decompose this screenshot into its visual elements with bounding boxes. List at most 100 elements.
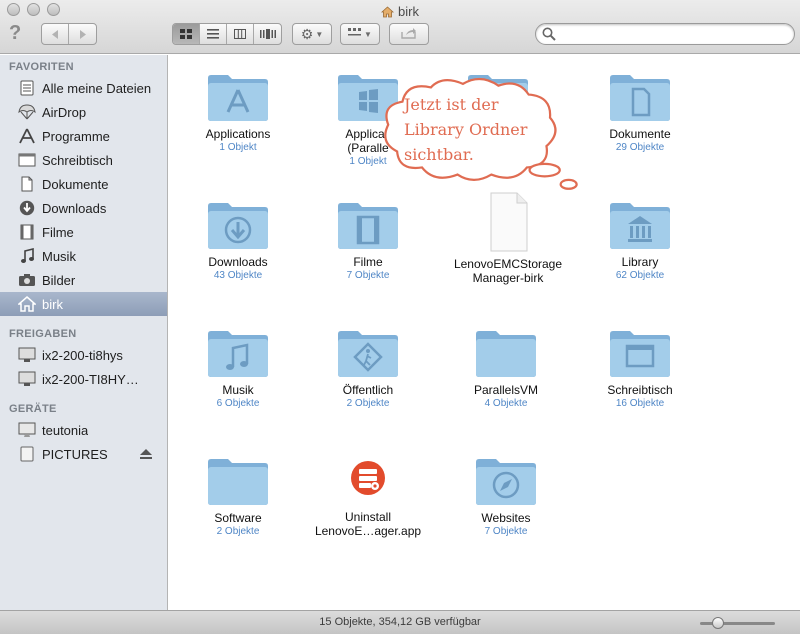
file-item-downloads[interactable]: Downloads 43 Objekte [173,198,303,282]
folder-desktop-icon [610,331,670,377]
icon-view-button[interactable] [173,24,200,44]
sidebar-item-label: Alle meine Dateien [42,80,152,96]
column-view-button[interactable] [227,24,254,44]
file-name: Library [621,255,659,269]
film-icon [17,223,37,241]
coverflow-view-button[interactable] [254,24,281,44]
finder-window: birk ? ⚙ ▼ ▼ FAVORITEN Alle meine Dateie… [0,0,800,634]
file-item-library[interactable]: Library 62 Objekte [575,198,705,282]
folder-applications-icon [208,75,268,121]
sidebar-item-ix2-200-ti8hy-2[interactable]: ix2-200-TI8HY… [0,367,167,391]
file-name: Applications [205,127,271,141]
file-name: Software [214,511,262,525]
file-count: 1 Objekt [219,142,257,153]
sidebar-item-teutonia[interactable]: teutonia [0,418,167,442]
sidebar-item-birk[interactable]: birk [0,292,167,316]
annotation-line2: Library Ordner [404,120,528,139]
sidebar-item-alle-meine-dateien[interactable]: Alle meine Dateien [0,76,167,100]
sidebar-item-dokumente[interactable]: Dokumente [0,172,167,196]
file-count: 4 Objekte [484,398,528,409]
search-input[interactable] [558,26,788,42]
sidebar-item-label: Bilder [42,272,76,288]
sidebar-item-filme[interactable]: Filme [0,220,167,244]
sidebar-item-airdrop[interactable]: AirDrop [0,100,167,124]
share-icon [401,27,417,42]
sidebar-item-label: Filme [42,224,74,240]
file-name: Musik [222,383,254,397]
file-item-schreibtisch[interactable]: Schreibtisch 16 Objekte [575,326,705,410]
annotation-text: Jetzt ist der Library Ordner sichtbar. [404,92,564,167]
folder-icon [208,459,268,505]
arrange-icon [348,28,362,40]
file-item-dokumente[interactable]: Dokumente 29 Objekte [575,70,705,154]
sidebar-item-schreibtisch[interactable]: Schreibtisch [0,148,167,172]
display-icon [17,346,37,364]
back-forward-control [41,23,97,45]
title-bar: birk ? ⚙ ▼ ▼ [0,0,800,54]
sidebar-item-label: birk [42,296,63,312]
forward-button[interactable] [69,24,96,44]
drive-icon [17,445,37,463]
file-name-line1: LenovoEMCStorage [453,257,563,271]
annotation-line3: sichtbar. [404,145,474,164]
file-count: 43 Objekte [213,270,263,281]
file-item-applications[interactable]: Applications 1 Objekt [173,70,303,154]
file-name: Filme [353,255,383,269]
search-field[interactable] [535,23,795,45]
status-bar: 15 Objekte, 354,12 GB verfügbar [0,610,800,634]
icon-size-slider-knob[interactable] [712,617,724,629]
file-item-software[interactable]: Software 2 Objekte [173,454,303,538]
sidebar-item-downloads[interactable]: Downloads [0,196,167,220]
list-view-button[interactable] [200,24,227,44]
file-name: ParallelsVM [473,383,539,397]
file-name: Schreibtisch [607,383,673,397]
file-item-musik[interactable]: Musik 6 Objekte [173,326,303,410]
file-name-line2: Manager-birk [472,271,544,285]
file-name: Uninstall LenovoE…ager.app [303,510,433,538]
file-count: 2 Objekte [346,398,390,409]
annotation-line1: Jetzt ist der [404,95,499,114]
sidebar-item-ix2-200-ti8hys[interactable]: ix2-200-ti8hys [0,343,167,367]
file-item-lenovoemc-storage-manager[interactable]: LenovoEMCStorage Manager-birk [443,191,573,285]
view-mode-control [172,23,282,45]
sidebar-item-label: Programme [42,128,110,144]
file-name: LenovoEMCStorage Manager-birk [443,257,573,285]
document-icon [17,175,37,193]
home-icon [17,295,37,313]
chevron-down-icon: ▼ [315,29,324,39]
folder-music-icon [208,331,268,377]
action-menu-button[interactable]: ⚙ ▼ [292,23,332,45]
eject-icon[interactable] [140,448,152,463]
sidebar-section-favorites: FAVORITEN [9,61,74,73]
file-item-oeffentlich[interactable]: Öffentlich 2 Objekte [303,326,433,410]
file-name: Öffentlich [342,383,394,397]
help-icon[interactable]: ? [9,22,21,45]
file-item-filme[interactable]: Filme 7 Objekte [303,198,433,282]
folder-public-icon [338,331,398,377]
sidebar-item-label: ix2-200-ti8hys [42,347,123,363]
file-name: Downloads [208,255,268,269]
file-item-parallelsvm[interactable]: ParallelsVM 4 Objekte [441,326,571,410]
sidebar: FAVORITEN Alle meine Dateien AirDrop Pro… [0,55,168,610]
arrange-menu-button[interactable]: ▼ [340,23,380,45]
file-name: Websites [481,511,531,525]
back-button[interactable] [42,24,69,44]
gear-icon: ⚙ [300,25,314,42]
airdrop-icon [17,103,37,121]
all-files-icon [17,79,37,97]
folder-movies-icon [338,203,398,249]
file-count: 2 Objekte [216,526,260,537]
window-title: birk [398,4,419,19]
file-item-websites[interactable]: Websites 7 Objekte [441,454,571,538]
sidebar-item-musik[interactable]: Musik [0,244,167,268]
share-button[interactable] [389,23,429,45]
status-text: 15 Objekte, 354,12 GB verfügbar [319,616,481,628]
sidebar-item-bilder[interactable]: Bilder [0,268,167,292]
file-count: 16 Objekte [615,398,665,409]
sidebar-item-pictures[interactable]: PICTURES [0,442,167,466]
sidebar-item-label: Musik [42,248,76,264]
sidebar-item-programme[interactable]: Programme [0,124,167,148]
file-name-line1: Uninstall [344,510,392,524]
file-name: Dokumente [609,127,671,141]
file-item-uninstall-lenovo[interactable]: Uninstall LenovoE…ager.app [303,454,433,538]
